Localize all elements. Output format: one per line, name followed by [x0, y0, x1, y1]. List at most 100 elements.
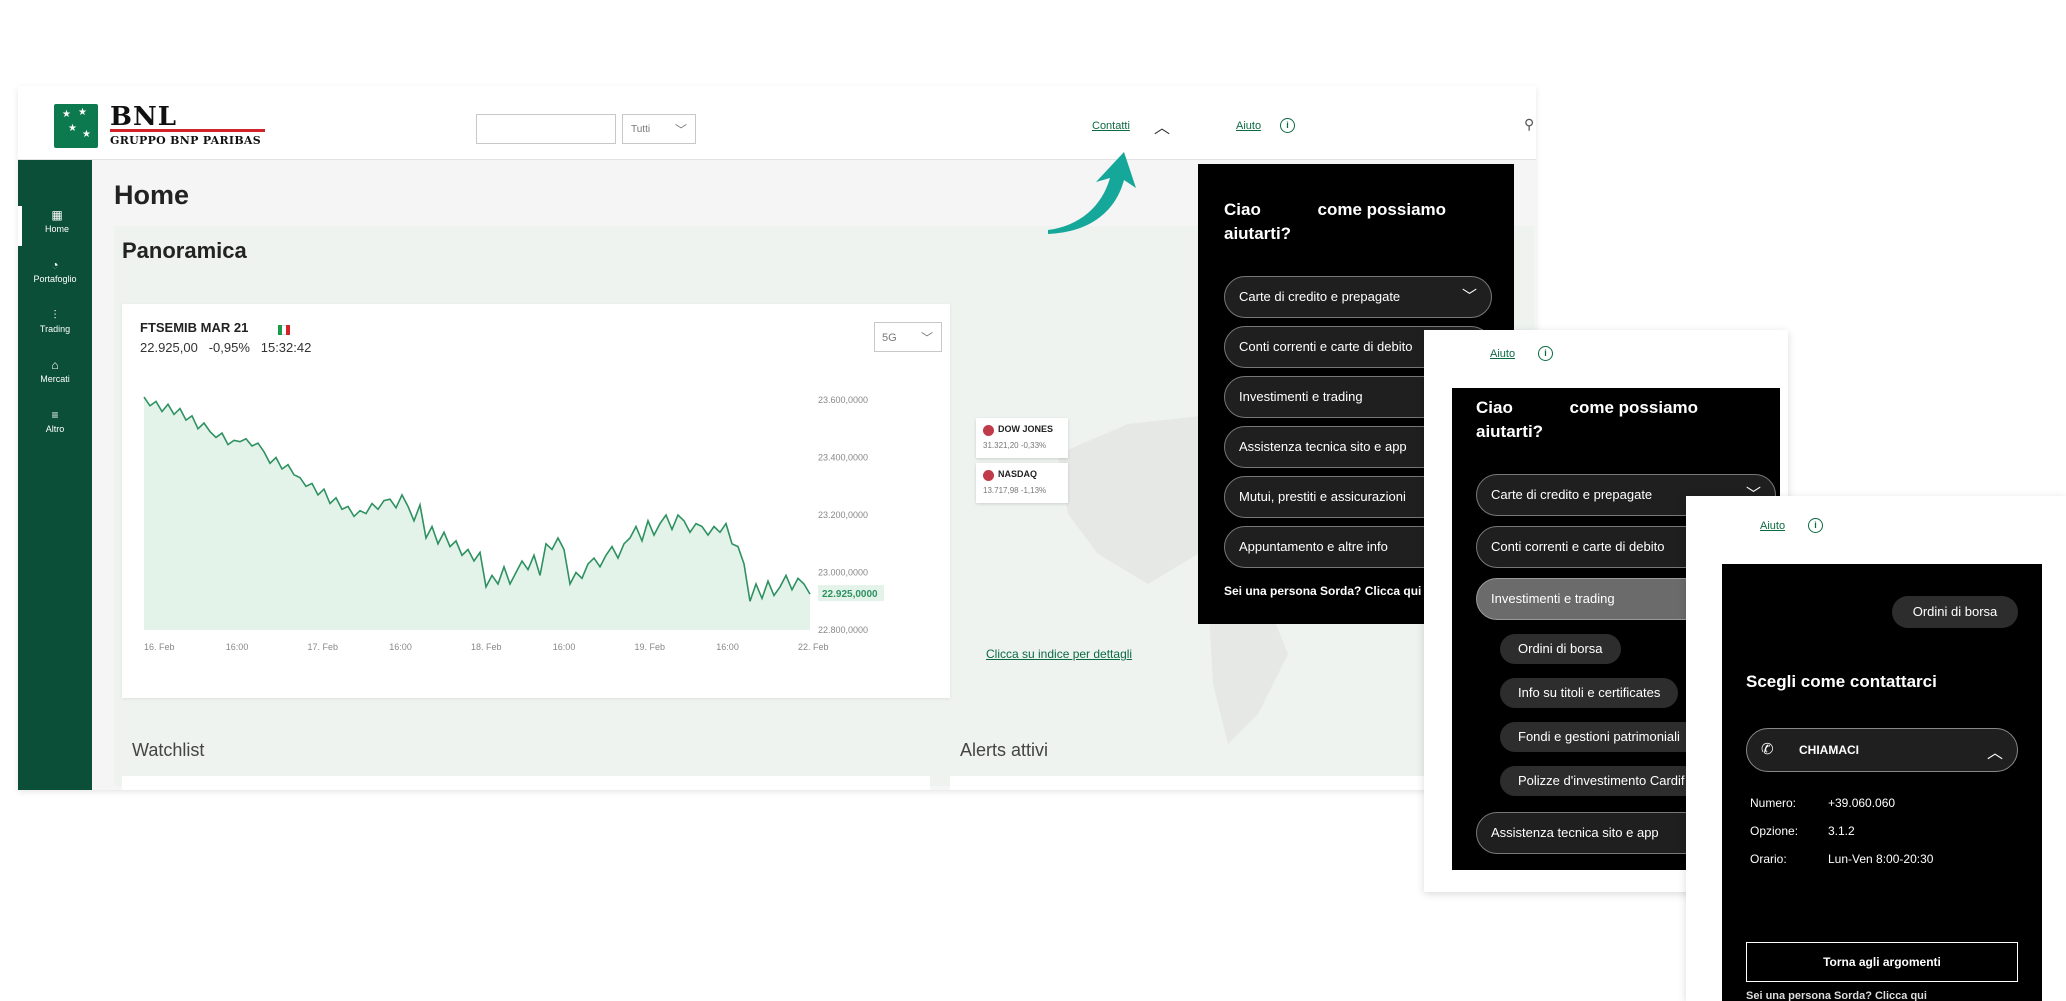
watchlist-title: Watchlist: [132, 740, 205, 760]
bank-icon: ⌂: [51, 358, 59, 372]
x-tick-label: 16. Feb: [144, 642, 175, 652]
us-flag-icon: [983, 470, 994, 481]
filter-select[interactable]: Tutti ﹀: [622, 114, 696, 144]
sidebar: ▦ Home ◔ Portafoglio ⫶ Trading ⌂ Mercati…: [18, 160, 92, 790]
index-value: 13.717,98 -1,13%: [983, 486, 1047, 495]
help-panel-3: Ordini di borsa Scegli come contattarci …: [1722, 564, 2042, 1001]
x-tick-label: 17. Feb: [308, 642, 339, 652]
price-area: [144, 397, 810, 630]
subtopic-label: Ordini di borsa: [1518, 641, 1603, 656]
index-details-link[interactable]: Clicca su indice per dettagli: [986, 647, 1132, 661]
info-icon[interactable]: i: [1808, 518, 1823, 533]
deaf-support-link[interactable]: Sei una persona Sorda? Clicca qui: [1224, 584, 1421, 598]
aiuto-link[interactable]: Aiuto: [1760, 520, 1785, 532]
italy-flag-icon: [278, 322, 290, 335]
chevron-up-icon: ︿: [1986, 745, 2003, 762]
sidebar-item-label: Mercati: [40, 374, 70, 384]
sidebar-item-mercati[interactable]: ⌂ Mercati: [18, 356, 92, 396]
sidebar-item-label: Portafoglio: [33, 274, 77, 284]
greeting-question: come possiamo: [1569, 398, 1699, 417]
sidebar-item-label: Trading: [39, 324, 71, 334]
topic-label: Investimenti e trading: [1239, 389, 1363, 404]
greeting-question-end: aiutarti?: [1224, 224, 1292, 243]
pie-chart-icon: ◔: [51, 258, 59, 272]
subtopic-label: Fondi e gestioni patrimoniali: [1518, 729, 1680, 744]
filter-select-value: Tutti: [631, 124, 651, 135]
period-select[interactable]: 5G ﹀: [874, 322, 942, 352]
index-name: NASDAQ: [998, 469, 1038, 479]
info-icon[interactable]: i: [1280, 118, 1295, 133]
sliders-icon: ⫶: [53, 308, 57, 322]
watchlist-card: [122, 776, 930, 790]
logo-group: GRUPPO BNP PARIBAS: [110, 134, 262, 147]
greeting-ciao: Ciao: [1476, 398, 1513, 417]
info-value: Lun-Ven 8:00-20:30: [1828, 852, 1934, 866]
topic-label: Mutui, prestiti e assicurazioni: [1239, 489, 1406, 504]
chart-quote: 22.925,00 -0,95% 15:32:42: [140, 340, 311, 355]
key-icon[interactable]: ⚲: [1524, 116, 1534, 133]
info-key: Numero:: [1750, 796, 1797, 810]
subtopic-label: Info su titoli e certificates: [1518, 685, 1661, 700]
chart-time: 15:32:42: [260, 340, 312, 355]
topic-label: Assistenza tecnica sito e app: [1239, 439, 1407, 454]
y-tick-label: 23.000,0000: [818, 568, 868, 578]
help-greeting: Ciao come possiamo aiutarti?: [1476, 396, 1788, 444]
back-to-topics-button[interactable]: Torna agli argomenti: [1746, 942, 2018, 982]
sidebar-item-home[interactable]: ▦ Home: [18, 206, 92, 246]
chiamaci-label: CHIAMACI: [1799, 743, 1859, 757]
subtopic-ordini-borsa[interactable]: Ordini di borsa: [1500, 634, 1621, 664]
sidebar-item-label: Altro: [45, 424, 65, 434]
aiuto-link[interactable]: Aiuto: [1236, 120, 1261, 132]
topic-label: Carte di credito e prepagate: [1239, 289, 1401, 304]
top-bar: ★ ★ ★ ★ BNL GRUPPO BNP PARIBAS Tutti ﹀ C…: [18, 86, 1536, 160]
selected-topic-chip[interactable]: Ordini di borsa: [1892, 596, 2018, 628]
help-screen-3: Aiuto i Ordini di borsa Scegli come cont…: [1686, 496, 2066, 1001]
menu-icon: ≡: [51, 408, 59, 422]
topic-label: Conti correnti e carte di debito: [1491, 539, 1665, 554]
info-icon[interactable]: i: [1538, 346, 1553, 361]
index-card-nasdaq[interactable]: NASDAQ 13.717,98 -1,13%: [976, 463, 1068, 503]
subtopic-info-titoli[interactable]: Info su titoli e certificates: [1500, 678, 1679, 708]
alerts-title: Alerts attivi: [960, 740, 1049, 760]
help-greeting: Ciao come possiamo aiutarti?: [1224, 198, 1540, 246]
topic-label: Assistenza tecnica sito e app: [1491, 825, 1659, 840]
sidebar-item-trading[interactable]: ⫶ Trading: [18, 306, 92, 346]
info-key: Orario:: [1750, 852, 1787, 866]
sidebar-item-label: Home: [44, 224, 69, 234]
x-tick-label: 16:00: [553, 642, 576, 652]
y-tick-label: 23.200,0000: [818, 510, 868, 520]
x-tick-label: 16:00: [716, 642, 739, 652]
chevron-down-icon: ﹀: [920, 331, 933, 345]
chevron-up-icon[interactable]: ︿: [1154, 114, 1170, 138]
us-flag-icon: [983, 425, 994, 436]
index-value: 31.321,20 -0,33%: [983, 441, 1047, 450]
contatti-link[interactable]: Contatti: [1092, 120, 1130, 132]
period-select-value: 5G: [882, 332, 897, 344]
current-price-label: 22.925,0000: [822, 589, 878, 600]
home-grid-icon: ▦: [51, 208, 63, 222]
chiamaci-button[interactable]: ✆ CHIAMACI ︿: [1746, 728, 2018, 772]
info-key: Opzione:: [1750, 824, 1799, 838]
chart-change: -0,95%: [208, 340, 250, 355]
info-value: 3.1.2: [1828, 824, 1855, 838]
deaf-support-link[interactable]: Sei una persona Sorda? Clicca qui: [1746, 990, 1927, 1001]
chart-symbol: FTSEMIB MAR 21: [140, 320, 249, 335]
sidebar-item-portafoglio[interactable]: ◔ Portafoglio: [18, 256, 92, 296]
greeting-ciao: Ciao: [1224, 200, 1261, 219]
price-chart: 23.600,0000 23.400,0000 23.200,0000 23.000,…: [143, 395, 884, 652]
chart-card: FTSEMIB MAR 21 22.925,00 -0,95% 15:32:42…: [122, 304, 950, 698]
topic-label: Investimenti e trading: [1491, 591, 1615, 606]
x-tick-label: 18. Feb: [471, 642, 502, 652]
contact-title: Scegli come contattarci: [1746, 672, 1937, 691]
section-title: Panoramica: [122, 238, 247, 263]
index-card-dow-jones[interactable]: DOW JONES 31.321,20 -0,33%: [976, 418, 1068, 458]
sidebar-item-altro[interactable]: ≡ Altro: [18, 406, 92, 446]
topic-label: Appuntamento e altre info: [1239, 539, 1388, 554]
aiuto-link[interactable]: Aiuto: [1490, 348, 1515, 360]
subtopic-label: Polizze d'investimento Cardif: [1518, 773, 1685, 788]
chart-price: 22.925,00: [140, 340, 198, 355]
search-input[interactable]: [476, 114, 616, 144]
y-tick-label: 23.600,0000: [818, 395, 868, 405]
chevron-down-icon: ﹀: [1461, 288, 1477, 305]
topic-carte-credito[interactable]: Carte di credito e prepagate ﹀: [1224, 276, 1492, 318]
